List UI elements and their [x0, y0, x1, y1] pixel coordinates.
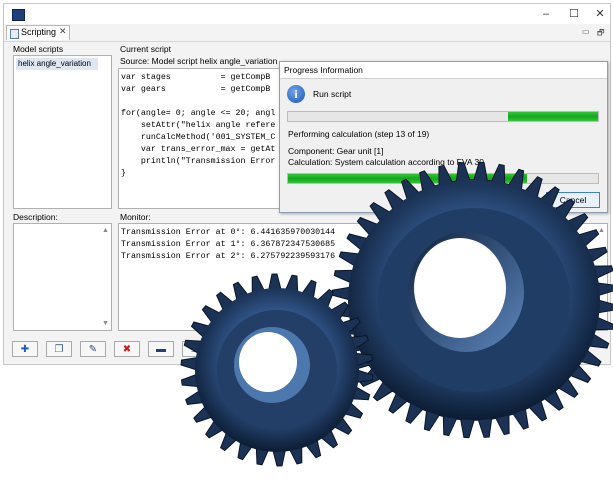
title-bar: – ☐ ✕	[4, 4, 610, 24]
tab-label: Scripting	[21, 27, 57, 37]
edit-icon: ✎	[88, 344, 98, 355]
open-button[interactable]: ▬	[148, 341, 174, 357]
code-line: var gears = getCompB	[121, 85, 271, 94]
gears-image	[180, 161, 613, 467]
info-icon: i	[287, 85, 305, 103]
view-maximize-button[interactable]: 🗗	[597, 27, 605, 41]
edit-button[interactable]: ✎	[80, 341, 106, 357]
scroll-down-icon[interactable]: ▼	[102, 320, 109, 327]
description-label: Description:	[13, 212, 58, 222]
description-area[interactable]: ▲ ▼	[13, 223, 112, 331]
close-window-button[interactable]: ✕	[590, 7, 610, 21]
delete-icon: ✖	[122, 344, 132, 355]
code-line: var stages = getCompB	[121, 73, 271, 82]
monitor-label: Monitor:	[120, 212, 151, 222]
list-item[interactable]: helix angle_variation	[16, 58, 98, 70]
model-scripts-label: Model scripts	[13, 44, 64, 54]
dialog-title: Progress Information	[284, 65, 363, 75]
current-script-label: Current script	[120, 44, 172, 54]
run-script-label: Run script	[313, 89, 352, 99]
tab-scripting[interactable]: Scripting ✕	[6, 25, 70, 40]
tab-close-icon[interactable]: ✕	[59, 26, 67, 37]
large-gear-icon	[331, 161, 613, 439]
model-scripts-list[interactable]: helix angle_variation	[13, 55, 112, 209]
minimize-button[interactable]: –	[536, 7, 556, 21]
copy-icon: ❐	[54, 344, 64, 355]
code-line: for(angle= 0; angle <= 20; angl	[121, 109, 276, 118]
view-minimize-button[interactable]: ▭	[582, 27, 590, 36]
tab-bar: Scripting ✕ ▭ 🗗	[4, 24, 610, 42]
maximize-button[interactable]: ☐	[564, 7, 584, 21]
script-file-icon	[10, 29, 19, 39]
script-source-label: Source: Model script helix angle_variati…	[120, 56, 278, 66]
small-gear-icon	[180, 273, 374, 467]
copy-button[interactable]: ❐	[46, 341, 72, 357]
scroll-up-icon[interactable]: ▲	[102, 227, 109, 234]
add-button[interactable]: ✚	[12, 341, 38, 357]
app-logo-icon	[12, 9, 25, 21]
delete-button[interactable]: ✖	[114, 341, 140, 357]
dialog-title-bar: Progress Information	[280, 62, 607, 79]
open-icon: ▬	[156, 344, 166, 355]
add-icon: ✚	[20, 344, 30, 355]
